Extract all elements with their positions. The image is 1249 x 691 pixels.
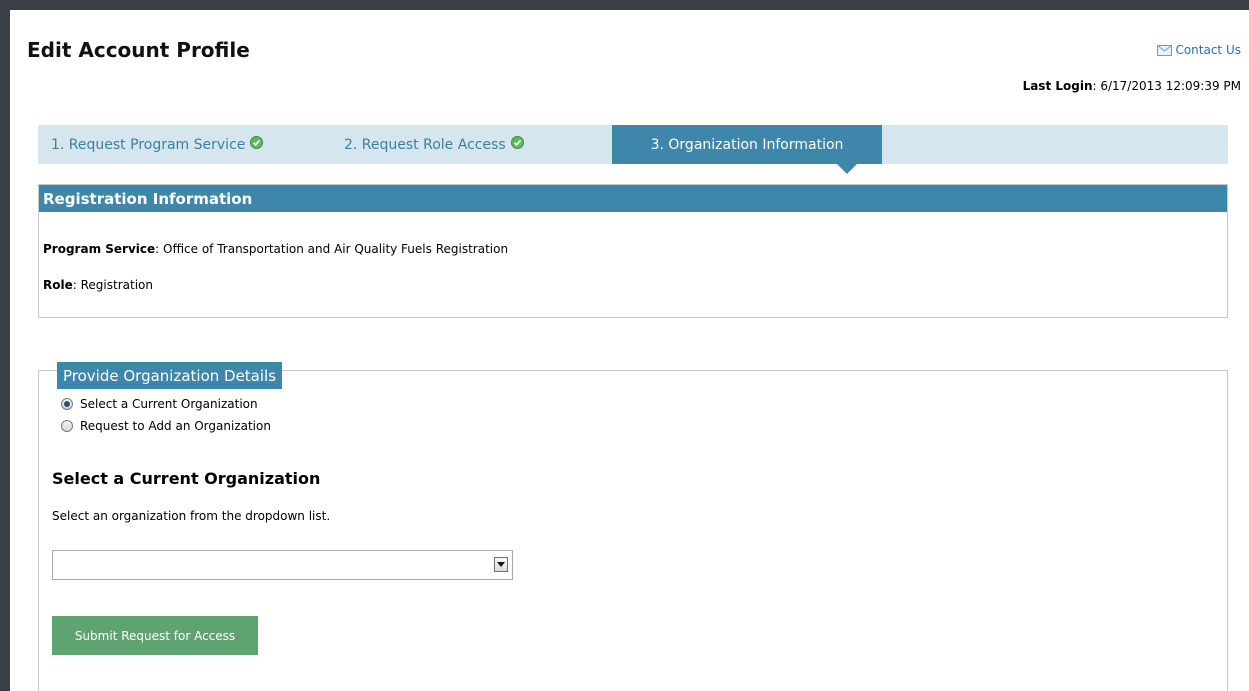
select-organization-heading: Select a Current Organization — [52, 469, 321, 488]
program-service-label: Program Service — [43, 242, 156, 256]
organization-details-legend: Provide Organization Details — [57, 362, 283, 389]
page: Edit Account Profile Contact Us Last Log… — [10, 10, 1249, 691]
tab-label: 1. Request Program Service — [51, 136, 246, 153]
last-login-value: : 6/17/2013 12:09:39 PM — [1092, 79, 1242, 93]
contact-us-label: Contact Us — [1175, 43, 1241, 57]
submit-request-button[interactable]: Submit Request for Access — [52, 616, 258, 655]
registration-header: Registration Information — [39, 185, 1227, 212]
radio-label: Select a Current Organization — [80, 397, 258, 411]
role-line: Role: Registration — [43, 278, 153, 292]
tab-organization-information[interactable]: 3. Organization Information — [612, 125, 882, 174]
program-service-value: : Office of Transportation and Air Quali… — [155, 242, 509, 256]
registration-information-panel: Registration Information Program Service… — [38, 184, 1228, 318]
check-circle-icon — [510, 136, 524, 153]
radio-select-current-organization[interactable]: Select a Current Organization — [61, 397, 258, 411]
wizard-tabs: 1. Request Program Service 2. Request Ro… — [38, 125, 1228, 174]
contact-us-link[interactable]: Contact Us — [1157, 43, 1241, 57]
tab-label: 2. Request Role Access — [344, 136, 506, 153]
program-service-line: Program Service: Office of Transportatio… — [43, 242, 508, 256]
page-title: Edit Account Profile — [27, 38, 250, 62]
check-circle-icon — [250, 136, 264, 153]
radio-label: Request to Add an Organization — [80, 419, 271, 433]
active-tab-pointer — [836, 163, 858, 174]
tab-label: 3. Organization Information — [650, 136, 844, 153]
chevron-down-icon[interactable] — [494, 557, 508, 572]
radio-button-selected[interactable] — [61, 398, 73, 410]
last-login: Last Login: 6/17/2013 12:09:39 PM — [1023, 79, 1241, 93]
radio-request-add-organization[interactable]: Request to Add an Organization — [61, 419, 271, 433]
envelope-icon — [1157, 44, 1173, 56]
last-login-label: Last Login — [1022, 79, 1093, 93]
role-label: Role — [43, 278, 73, 292]
tab-request-program-service[interactable]: 1. Request Program Service — [38, 125, 344, 164]
role-value: : Registration — [72, 278, 153, 292]
tab-request-role-access[interactable]: 2. Request Role Access — [344, 125, 612, 164]
select-organization-instruction: Select an organization from the dropdown… — [52, 509, 331, 523]
radio-button[interactable] — [61, 420, 73, 432]
organization-dropdown[interactable] — [52, 550, 513, 580]
